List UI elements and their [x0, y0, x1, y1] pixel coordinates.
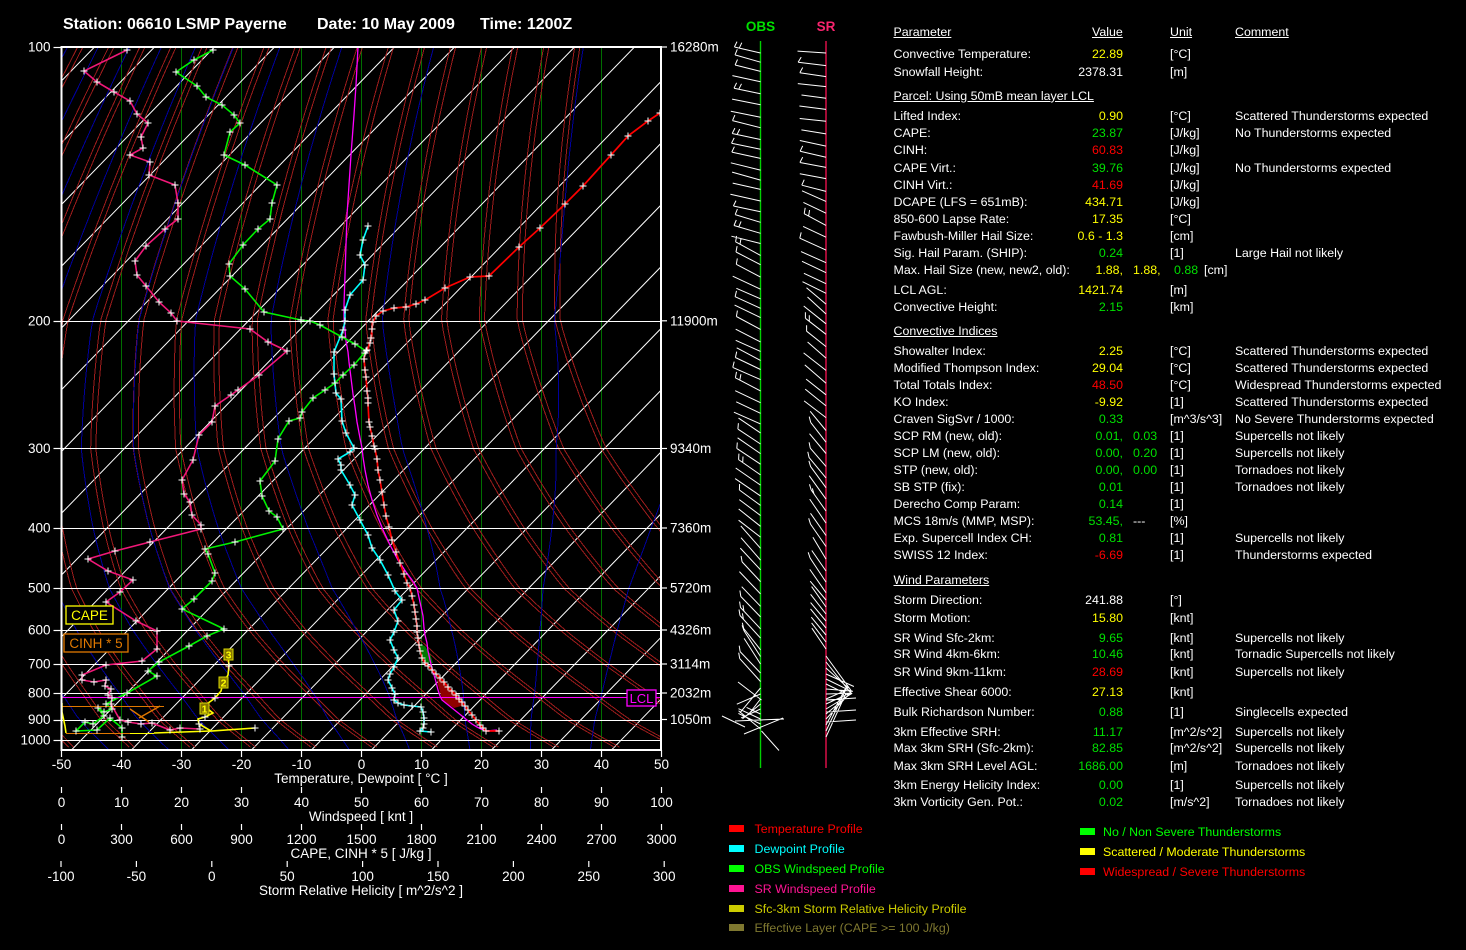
svg-text:20: 20 — [174, 795, 189, 810]
svg-text:700: 700 — [28, 657, 51, 672]
svg-text:0: 0 — [358, 757, 366, 772]
svg-text:250: 250 — [578, 869, 601, 884]
svg-text:100: 100 — [351, 869, 374, 884]
svg-text:10: 10 — [414, 757, 429, 772]
svg-text:-50: -50 — [127, 869, 147, 884]
svg-text:100: 100 — [650, 795, 673, 810]
svg-text:-100: -100 — [47, 869, 74, 884]
svg-text:800: 800 — [28, 686, 51, 701]
svg-text:900: 900 — [28, 712, 51, 727]
svg-text:0: 0 — [208, 869, 216, 884]
svg-text:50: 50 — [654, 757, 669, 772]
svg-text:60: 60 — [414, 795, 429, 810]
svg-text:1200: 1200 — [286, 832, 316, 847]
svg-text:-20: -20 — [232, 757, 252, 772]
svg-text:40: 40 — [594, 757, 609, 772]
svg-text:CAPE: CAPE — [71, 608, 108, 623]
svg-text:0: 0 — [58, 795, 66, 810]
svg-text:3: 3 — [226, 650, 232, 662]
svg-text:Storm Relative Helicity [ m^2: Storm Relative Helicity [ m^2/s^2 ] — [259, 883, 463, 898]
svg-text:70: 70 — [474, 795, 489, 810]
svg-text:3114m: 3114m — [670, 657, 710, 672]
svg-text:2032m: 2032m — [670, 686, 711, 701]
svg-text:900: 900 — [230, 832, 253, 847]
svg-text:600: 600 — [170, 832, 193, 847]
svg-text:200: 200 — [28, 313, 51, 328]
svg-text:Temperature, Dewpoint [ °C ]: Temperature, Dewpoint [ °C ] — [274, 771, 447, 786]
svg-text:16280m: 16280m — [670, 40, 719, 55]
svg-text:-30: -30 — [172, 757, 192, 772]
svg-text:SR: SR — [817, 19, 836, 34]
svg-text:40: 40 — [294, 795, 309, 810]
svg-text:500: 500 — [28, 581, 51, 596]
svg-text:0: 0 — [58, 832, 66, 847]
svg-text:-50: -50 — [52, 757, 72, 772]
svg-text:150: 150 — [427, 869, 450, 884]
svg-text:-40: -40 — [112, 757, 132, 772]
svg-text:50: 50 — [354, 795, 369, 810]
svg-text:4326m: 4326m — [670, 623, 711, 638]
svg-text:CINH * 5: CINH * 5 — [69, 636, 122, 651]
svg-text:100: 100 — [28, 40, 51, 55]
svg-text:Windspeed [ knt ]: Windspeed [ knt ] — [309, 809, 413, 824]
svg-text:600: 600 — [28, 623, 51, 638]
svg-text:10: 10 — [114, 795, 129, 810]
svg-text:1500: 1500 — [346, 832, 376, 847]
svg-text:1050m: 1050m — [670, 712, 711, 727]
svg-text:200: 200 — [502, 869, 525, 884]
svg-text:1: 1 — [202, 704, 208, 716]
svg-text:-10: -10 — [292, 757, 312, 772]
svg-text:90: 90 — [594, 795, 609, 810]
svg-text:400: 400 — [28, 521, 51, 536]
svg-text:300: 300 — [653, 869, 676, 884]
svg-text:2100: 2100 — [466, 832, 496, 847]
svg-text:11900m: 11900m — [670, 313, 718, 328]
svg-text:1800: 1800 — [406, 832, 436, 847]
svg-text:2: 2 — [221, 678, 227, 690]
svg-text:20: 20 — [474, 757, 489, 772]
svg-text:2700: 2700 — [586, 832, 616, 847]
svg-text:5720m: 5720m — [670, 581, 711, 596]
svg-text:7360m: 7360m — [670, 521, 711, 536]
svg-text:OBS: OBS — [746, 19, 775, 34]
svg-text:300: 300 — [28, 441, 51, 456]
svg-text:1000: 1000 — [20, 733, 50, 748]
svg-text:3000: 3000 — [646, 832, 676, 847]
svg-text:80: 80 — [534, 795, 549, 810]
svg-text:50: 50 — [280, 869, 295, 884]
svg-text:30: 30 — [234, 795, 249, 810]
svg-text:LCL: LCL — [630, 691, 654, 706]
svg-text:9340m: 9340m — [670, 441, 711, 456]
svg-text:2400: 2400 — [526, 832, 556, 847]
svg-text:300: 300 — [110, 832, 133, 847]
svg-text:30: 30 — [534, 757, 549, 772]
svg-text:CAPE, CINH * 5 [ J/kg ]: CAPE, CINH * 5 [ J/kg ] — [290, 846, 431, 861]
